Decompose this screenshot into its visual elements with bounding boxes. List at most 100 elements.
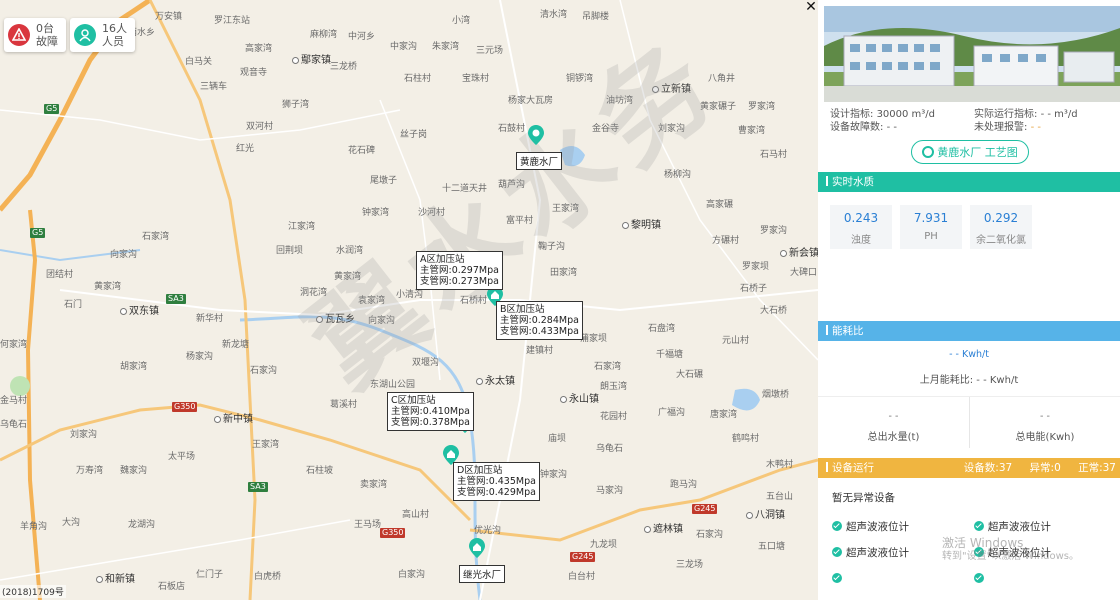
station-d-popup[interactable]: D区加压站 主管网:0.435Mpa 支管网:0.429Mpa — [453, 462, 540, 501]
station-c-popup[interactable]: C区加压站 主管网:0.410Mpa 支管网:0.378Mpa — [387, 392, 474, 431]
place-label: 高家碾 — [706, 200, 734, 210]
place-label: 石门 — [64, 300, 83, 310]
place-label: 乌龟石 — [596, 444, 624, 454]
place-label: 小清沟 — [396, 290, 424, 300]
plant-label[interactable]: 继光水厂 — [459, 565, 506, 583]
staff-count: 16人 — [102, 22, 127, 35]
place-label: 黄家湾 — [334, 272, 362, 282]
place-label: 富平村 — [506, 216, 534, 226]
device-item[interactable]: 超声波液位计 — [832, 539, 970, 565]
chlorine-dioxide-label: 余二氧化氯 — [976, 235, 1026, 246]
fault-count: 0台 — [36, 22, 54, 35]
place-label: 鹤鸣村 — [732, 434, 760, 444]
place-label: 丝子岗 — [400, 130, 428, 140]
place-label: 石家湾 — [142, 232, 170, 242]
place-label: 向家沟 — [110, 250, 138, 260]
device-name: 超声波液位计 — [987, 520, 1051, 533]
device-item[interactable] — [832, 565, 970, 591]
place-label: 罗家沟 — [760, 226, 788, 236]
fault-count-chip[interactable]: 0台 故障 — [4, 18, 66, 52]
process-diagram-button[interactable]: 黄鹿水厂 工艺图 — [911, 140, 1029, 164]
turbidity-card: 0.243 浊度 — [830, 205, 892, 249]
town-label: 鄢家镇 — [292, 51, 331, 66]
place-label: 朱家湾 — [432, 42, 460, 52]
place-label: 油坊湾 — [606, 96, 634, 106]
last-month-label: 上月能耗比: — [919, 375, 974, 386]
check-icon — [973, 573, 984, 583]
place-label: 石家沟 — [696, 530, 724, 540]
place-label: 铜锣湾 — [566, 74, 594, 84]
place-label: 石桥村 — [460, 296, 488, 306]
place-label: 曹家湾 — [738, 126, 766, 136]
place-label: 太平场 — [168, 452, 196, 462]
place-label: 沙河村 — [418, 208, 446, 218]
place-label: 五口塘 — [758, 542, 786, 552]
place-label: 大石碾 — [676, 370, 704, 380]
place-label: 千福塘 — [656, 350, 684, 360]
total-power: - - 总电能(Kwh) — [969, 397, 1120, 448]
check-icon — [973, 521, 984, 531]
energy-title: 能耗比 — [832, 325, 864, 337]
water-quality-cards: 0.243 浊度 7.931 PH 0.292 余二氧化氯 — [830, 205, 1032, 249]
main-pressure: 主管网:0.297Mpa — [420, 265, 499, 276]
device-item[interactable]: 超声波液位计 — [973, 539, 1112, 565]
station-home-icon[interactable] — [468, 537, 486, 559]
station-b-popup[interactable]: B区加压站 主管网:0.284Mpa 支管网:0.433Mpa — [496, 301, 583, 340]
total-outflow-value: - - — [888, 411, 899, 422]
energy-header: 能耗比 — [818, 321, 1120, 341]
station-title: D区加压站 — [457, 465, 503, 476]
fault-label: 故障 — [36, 35, 58, 48]
place-label: 石马村 — [760, 150, 788, 160]
place-label: 石桥子 — [740, 284, 768, 294]
place-label: 石鼓村 — [498, 124, 526, 134]
device-item[interactable]: 超声波液位计 — [973, 513, 1112, 539]
place-label: 袁家湾 — [358, 296, 386, 306]
place-label: 石家沟 — [250, 366, 278, 376]
device-item[interactable] — [973, 565, 1112, 591]
place-label: 金谷寺 — [592, 124, 620, 134]
device-item[interactable]: 超声波液位计 — [832, 513, 970, 539]
branch-pressure: 支管网:0.378Mpa — [391, 417, 470, 428]
place-label: 白家沟 — [398, 570, 426, 580]
town-label: 新中镇 — [214, 410, 253, 425]
place-label: 吊脚楼 — [582, 12, 610, 22]
check-icon — [832, 521, 842, 531]
place-label: 乌龟石 — [0, 420, 28, 430]
alarm-icon — [8, 24, 30, 46]
staff-count-chip[interactable]: 16人 人员 — [70, 18, 135, 52]
station-a-popup[interactable]: A区加压站 主管网:0.297Mpa 支管网:0.273Mpa — [416, 251, 503, 290]
close-icon[interactable]: ✕ — [804, 0, 818, 14]
place-label: 龙湖沟 — [128, 520, 156, 530]
station-title: C区加压站 — [391, 395, 436, 406]
place-label: 新龙塘 — [222, 340, 250, 350]
design-label: 设计指标: — [830, 109, 874, 120]
highway-shield: G5 — [44, 104, 60, 114]
water-plant-pin-icon[interactable] — [527, 124, 545, 146]
place-label: 大沟 — [62, 518, 81, 528]
place-label: 仁门子 — [196, 570, 224, 580]
place-label: 田家湾 — [550, 268, 578, 278]
place-label: 麻柳湾 — [310, 30, 338, 40]
map-view[interactable]: 万安镇 罗江东站 两水乡 高家湾 麻柳湾 鄢家镇 三龙桥 白马关 观音寺 三辆车… — [0, 0, 818, 600]
check-icon — [973, 547, 984, 557]
place-label: 白马关 — [185, 57, 213, 67]
highway-shield: G245 — [570, 552, 596, 562]
place-label: 双河村 — [246, 122, 274, 132]
place-label: 双堰沟 — [412, 358, 440, 368]
actual-value: - - m³/d — [1040, 109, 1078, 120]
plant-info: 设计指标: 30000 m³/d 实际运行指标: - - m³/d 设备故障数:… — [830, 108, 1118, 134]
station-title: B区加压站 — [500, 304, 545, 315]
place-label: 何家湾 — [0, 340, 28, 350]
total-outflow: - - 总出水量(t) — [818, 397, 969, 448]
place-label: 罗家坝 — [742, 262, 770, 272]
device-name: 超声波液位计 — [846, 546, 909, 559]
place-label: 建镇村 — [526, 346, 554, 356]
place-label: 向家沟 — [368, 316, 396, 326]
place-label: 黄家湾 — [94, 282, 122, 292]
place-label: 王家湾 — [252, 440, 280, 450]
place-label: 钟家湾 — [362, 208, 390, 218]
plant-label[interactable]: 黄鹿水厂 — [516, 152, 563, 170]
place-label: 元山村 — [722, 336, 750, 346]
device-total: 设备数:37 — [963, 462, 1013, 474]
place-label: 杨家沟 — [186, 352, 214, 362]
